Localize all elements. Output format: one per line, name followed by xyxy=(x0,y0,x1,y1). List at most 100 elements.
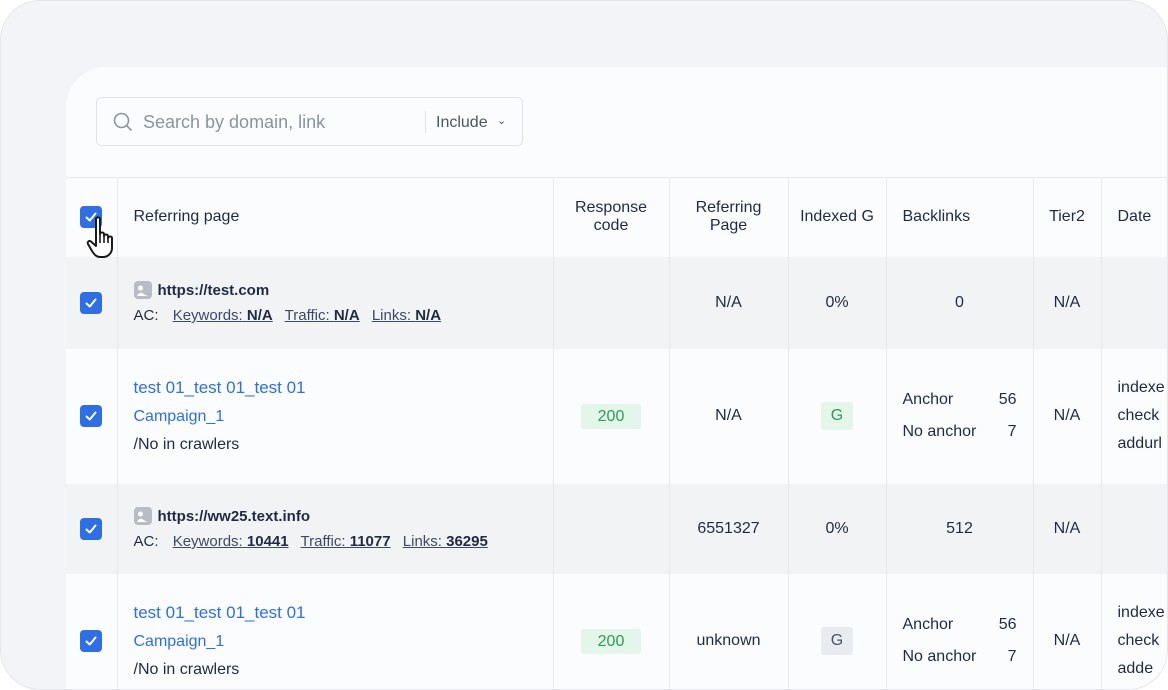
metric-value: N/A xyxy=(333,307,360,324)
column-label: code xyxy=(593,217,629,235)
row-checkbox[interactable] xyxy=(80,405,103,427)
backlinks-cell: Anchor 56 No anchor 7 xyxy=(886,573,1034,689)
checkmark-icon xyxy=(85,298,97,307)
metric-label: Keywords: xyxy=(172,533,243,550)
metric-value: 11077 xyxy=(349,533,391,550)
referring-page-value: 6551327 xyxy=(669,483,789,574)
table-row: test 01_test 01_test 01 Campaign_1 /No i… xyxy=(66,348,1167,484)
metric-value: N/A xyxy=(246,307,273,324)
date-cell: indexe check addurl xyxy=(1101,348,1167,484)
referring-page-cell: https://ww25.text.info AC: Keywords: 104… xyxy=(117,483,554,574)
referring-page-value: N/A xyxy=(669,348,789,484)
anchor-count: 56 xyxy=(998,616,1017,633)
link-title[interactable]: test 01_test 01_test 01 xyxy=(134,603,553,623)
links-metric[interactable]: Links: N/A xyxy=(372,307,441,324)
column-label: Referring xyxy=(695,199,762,217)
backlinks-cell: Anchor 56 No anchor 7 xyxy=(886,348,1034,484)
no-anchor-count: 7 xyxy=(1007,648,1017,665)
row-checkbox[interactable] xyxy=(80,291,103,314)
date-cell xyxy=(1101,483,1167,574)
backlinks-value: 0 xyxy=(886,256,1034,349)
column-tier2[interactable]: Tier2 xyxy=(1033,177,1102,257)
table-header-row: Referring page Response code Referring Pag… xyxy=(66,177,1167,257)
metric-label: Links: xyxy=(371,307,412,324)
column-referring-page-count[interactable]: Referring Page xyxy=(669,177,789,257)
indexed-cell: G xyxy=(788,573,887,689)
checkmark-icon xyxy=(85,636,97,646)
keywords-metric[interactable]: Keywords: 10441 xyxy=(173,533,289,550)
google-indexed-badge: G xyxy=(821,402,853,430)
search-bar[interactable]: Search by domain, link Include ⌄ xyxy=(96,97,523,146)
date-cell xyxy=(1101,256,1167,349)
no-anchor-label: No anchor xyxy=(902,423,977,440)
link-title[interactable]: test 01_test 01_test 01 xyxy=(134,378,553,398)
crawler-note: /No in crawlers xyxy=(133,661,240,678)
search-divider xyxy=(425,111,426,133)
keywords-metric[interactable]: Keywords: N/A xyxy=(173,307,273,324)
include-filter-dropdown[interactable]: Include xyxy=(436,114,488,132)
row-checkbox[interactable] xyxy=(80,630,103,652)
metric-value: N/A xyxy=(415,307,442,324)
column-referring-page[interactable]: Referring page xyxy=(117,177,554,257)
column-response-code[interactable]: Response code xyxy=(553,177,670,257)
metric-label: Traffic: xyxy=(300,533,346,550)
window-frame: Search by domain, link Include ⌄ Referri… xyxy=(0,0,1168,690)
row-checkbox-cell xyxy=(66,573,118,689)
campaign-link[interactable]: Campaign_1 xyxy=(134,633,553,651)
domain-link[interactable]: https://ww25.text.info xyxy=(158,508,311,525)
links-metric[interactable]: Links: 36295 xyxy=(403,533,488,550)
tier2-value: N/A xyxy=(1033,483,1102,574)
domain-link[interactable]: https://test.com xyxy=(158,282,270,299)
date-line: indexe xyxy=(1117,604,1165,621)
image-icon xyxy=(133,507,152,525)
date-line: adde xyxy=(1117,660,1154,677)
date-cell: indexe check adde xyxy=(1101,573,1167,689)
table-row: test 01_test 01_test 01 Campaign_1 /No i… xyxy=(66,573,1167,689)
anchor-label: Anchor xyxy=(902,391,954,408)
row-checkbox-cell xyxy=(66,256,118,349)
image-icon xyxy=(133,281,152,299)
indexed-value: 0% xyxy=(788,483,887,574)
referring-page-cell: https://test.com AC: Keywords: N/A Traff… xyxy=(117,256,554,349)
column-date[interactable]: Date xyxy=(1101,177,1167,257)
traffic-metric[interactable]: Traffic: 11077 xyxy=(301,533,391,550)
backlinks-table: Referring page Response code Referring Pag… xyxy=(66,177,1167,689)
date-line: check xyxy=(1117,632,1160,649)
checkmark-icon xyxy=(85,524,97,533)
date-line: indexe xyxy=(1117,379,1165,396)
metric-label: Keywords: xyxy=(172,307,243,324)
referring-page-cell: test 01_test 01_test 01 Campaign_1 /No i… xyxy=(117,348,554,484)
campaign-link[interactable]: Campaign_1 xyxy=(134,408,553,426)
status-badge: 200 xyxy=(581,403,641,429)
response-code-cell xyxy=(553,256,670,349)
row-checkbox[interactable] xyxy=(80,517,103,540)
chevron-down-icon[interactable]: ⌄ xyxy=(497,114,506,127)
search-input[interactable]: Search by domain, link xyxy=(143,112,325,133)
response-code-cell: 200 xyxy=(553,348,670,484)
indexed-value: 0% xyxy=(788,256,887,349)
anchor-label: Anchor xyxy=(902,616,954,633)
column-label: Response xyxy=(574,199,648,217)
indexed-cell: G xyxy=(788,348,887,484)
metric-value: 10441 xyxy=(246,533,289,550)
column-label: Page xyxy=(709,217,748,235)
row-checkbox-cell xyxy=(66,483,118,574)
row-checkbox-cell xyxy=(66,348,118,484)
referring-page-value: unknown xyxy=(669,573,789,689)
tier2-value: N/A xyxy=(1033,256,1102,349)
traffic-metric[interactable]: Traffic: N/A xyxy=(285,307,360,324)
hand-pointer-icon xyxy=(86,216,113,258)
tier2-value: N/A xyxy=(1033,573,1102,689)
column-indexed[interactable]: Indexed G xyxy=(788,177,887,257)
anchor-count: 56 xyxy=(998,391,1017,408)
date-line: addurl xyxy=(1117,435,1162,452)
response-code-cell xyxy=(553,483,670,574)
column-backlinks[interactable]: Backlinks xyxy=(886,177,1034,257)
table-row: https://test.com AC: Keywords: N/A Traff… xyxy=(66,256,1167,349)
metric-value: 36295 xyxy=(446,533,488,550)
date-line: check xyxy=(1117,407,1160,424)
crawler-note: /No in crawlers xyxy=(133,436,240,453)
referring-page-cell: test 01_test 01_test 01 Campaign_1 /No i… xyxy=(117,573,554,689)
search-icon xyxy=(113,112,132,131)
backlinks-panel: Search by domain, link Include ⌄ Referri… xyxy=(66,67,1167,689)
